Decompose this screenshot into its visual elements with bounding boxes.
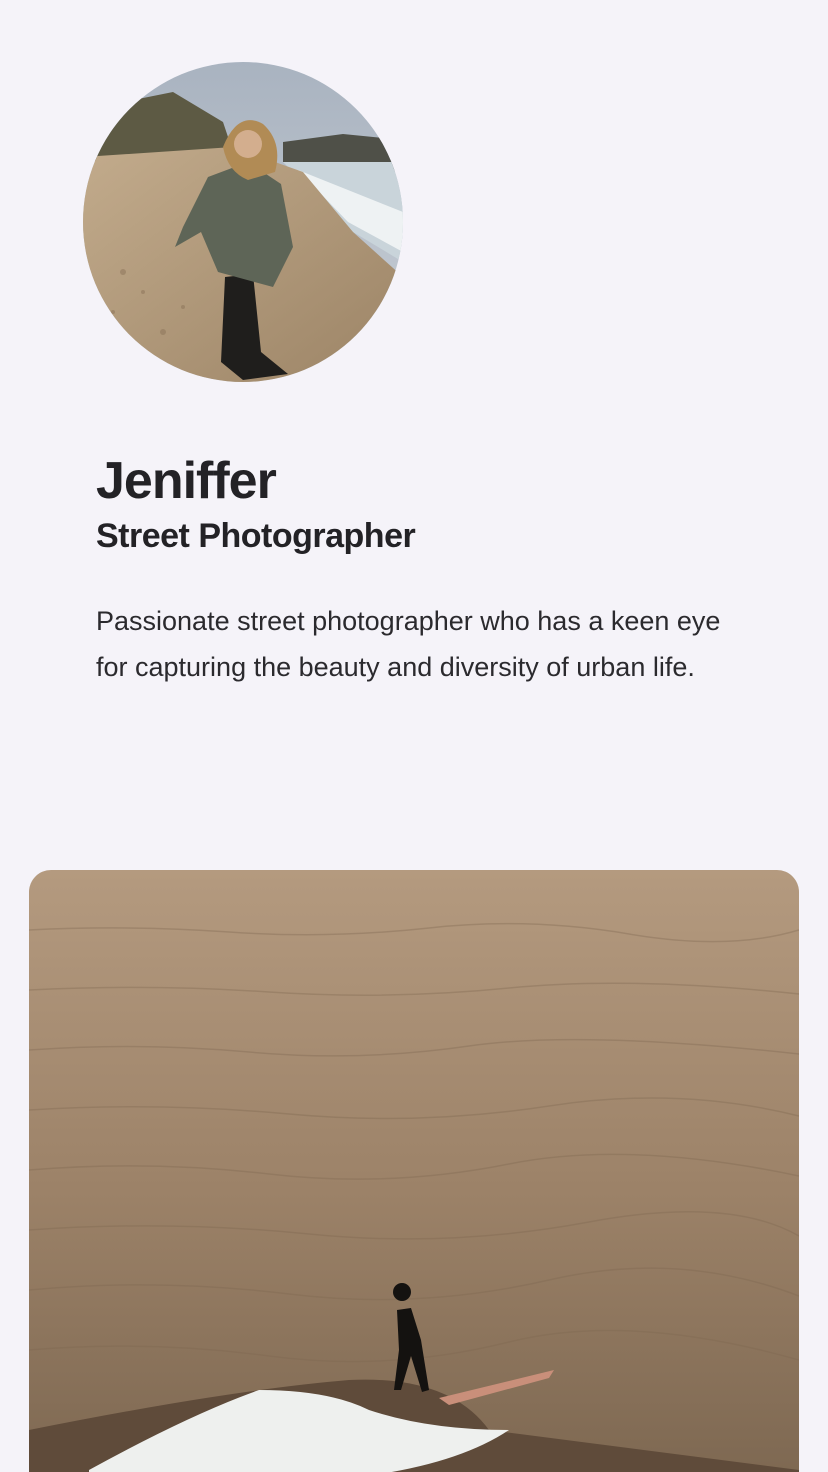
profile-avatar xyxy=(83,62,403,382)
surfer-at-sunset-photo xyxy=(29,870,799,1472)
woman-on-beach-photo xyxy=(83,62,403,382)
profile-name: Jeniffer xyxy=(96,452,277,510)
profile-title: Street Photographer xyxy=(96,517,416,555)
profile-info: Jeniffer Street Photographer Passionate … xyxy=(96,450,756,690)
profile-bio: Passionate street photographer who has a… xyxy=(96,606,721,682)
gallery-photo-card[interactable] xyxy=(29,870,799,1472)
